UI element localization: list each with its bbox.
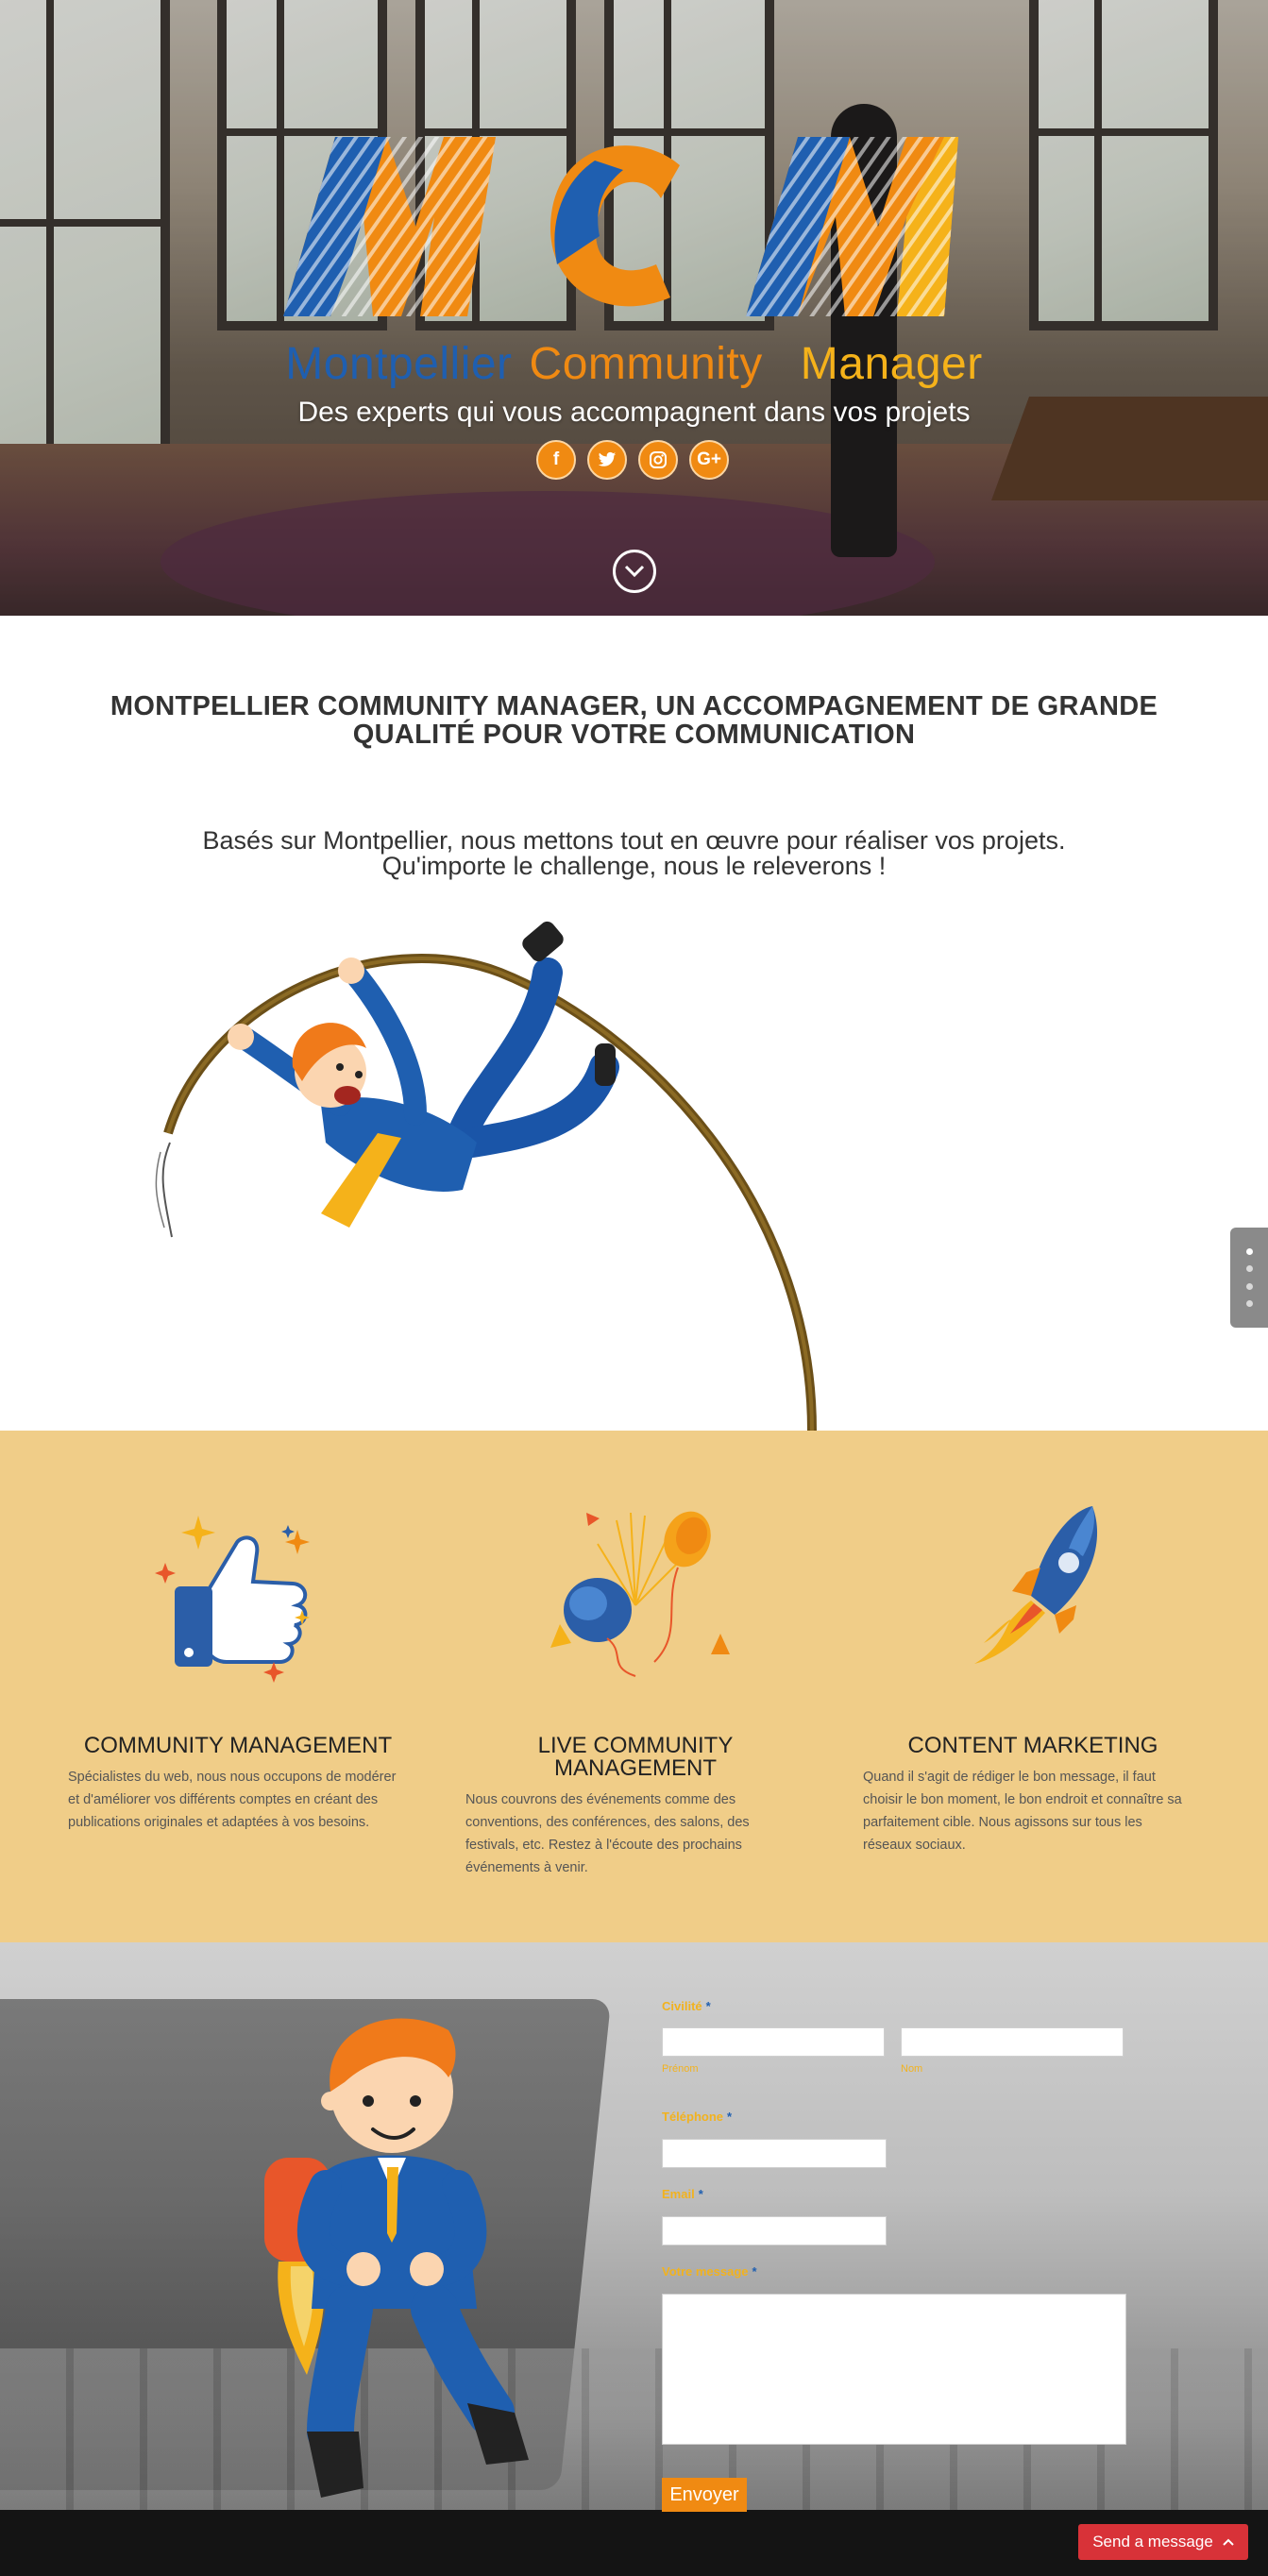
- submit-button[interactable]: Envoyer: [662, 2478, 747, 2512]
- intro-title: MONTPELLIER COMMUNITY MANAGER, UN ACCOMP…: [110, 691, 1158, 750]
- nom-input[interactable]: [901, 2027, 1124, 2057]
- service-description: Quand il s'agit de rédiger le bon messag…: [863, 1770, 1182, 1853]
- service-description: Spécialistes du web, nous nous occupons …: [68, 1770, 397, 1830]
- hero-section: Montpellier Community Manager Des experts …: [0, 0, 1268, 616]
- service-title: CONTENT MARKETING: [907, 1733, 1158, 1758]
- brand-name: Montpellier Community Manager: [0, 338, 1268, 390]
- twitter-icon[interactable]: [587, 440, 627, 480]
- service-title: COMMUNITY MANAGEMENT: [83, 1733, 393, 1758]
- email-input[interactable]: [662, 2216, 887, 2246]
- instagram-icon[interactable]: [638, 440, 678, 480]
- mcm-logo: [283, 137, 958, 316]
- scroll-down-button[interactable]: [613, 550, 656, 593]
- service-title: LIVE COMMUNITY MANAGEMENT: [537, 1733, 734, 1781]
- telephone-input[interactable]: [662, 2139, 887, 2168]
- section-dot-2[interactable]: [1245, 1265, 1253, 1273]
- service-description: Nous couvrons des événements comme des c…: [465, 1792, 750, 1875]
- intro-text: Basés sur Montpellier, nous mettons tout…: [202, 826, 1066, 880]
- message-textarea[interactable]: [662, 2294, 1126, 2445]
- jetpack-businessman-illustration: [264, 2018, 529, 2498]
- hero-tagline: Des experts qui vous accompagnent dans v…: [297, 397, 971, 428]
- telephone-label: Téléphone *: [662, 2110, 733, 2124]
- message-label: Votre message *: [662, 2264, 757, 2279]
- chevron-down-icon: [624, 565, 645, 578]
- services-section: COMMUNITY MANAGEMENT Spécialistes du web…: [0, 1431, 1268, 1942]
- google-plus-icon[interactable]: G+: [689, 440, 729, 480]
- prenom-sublabel: Prénom: [662, 2063, 699, 2075]
- rocket-icon: [974, 1506, 1098, 1664]
- brand-word-community: Community: [529, 339, 763, 389]
- section-dot-1[interactable]: [1245, 1247, 1253, 1255]
- send-message-widget[interactable]: Send a message: [1078, 2524, 1248, 2560]
- section-dot-4[interactable]: [1245, 1300, 1253, 1308]
- page-section-nav: [1230, 1228, 1268, 1328]
- social-links: f G+: [536, 440, 729, 480]
- email-label: Email *: [662, 2187, 703, 2201]
- pole-vaulter-illustration: [155, 921, 817, 1431]
- chat-widget-label: Send a message: [1092, 2533, 1213, 2551]
- chevron-up-icon: [1223, 2538, 1234, 2546]
- prenom-input[interactable]: [662, 2027, 885, 2057]
- brand-word-manager: Manager: [800, 339, 983, 389]
- brand-word-montpellier: Montpellier: [285, 339, 513, 389]
- facebook-icon[interactable]: f: [536, 440, 576, 480]
- section-dot-3[interactable]: [1245, 1282, 1253, 1290]
- civilite-label: Civilité *: [662, 1999, 711, 2013]
- thumbs-up-icon: [155, 1516, 310, 1683]
- balloons-icon: [550, 1511, 730, 1677]
- nom-sublabel: Nom: [901, 2063, 923, 2075]
